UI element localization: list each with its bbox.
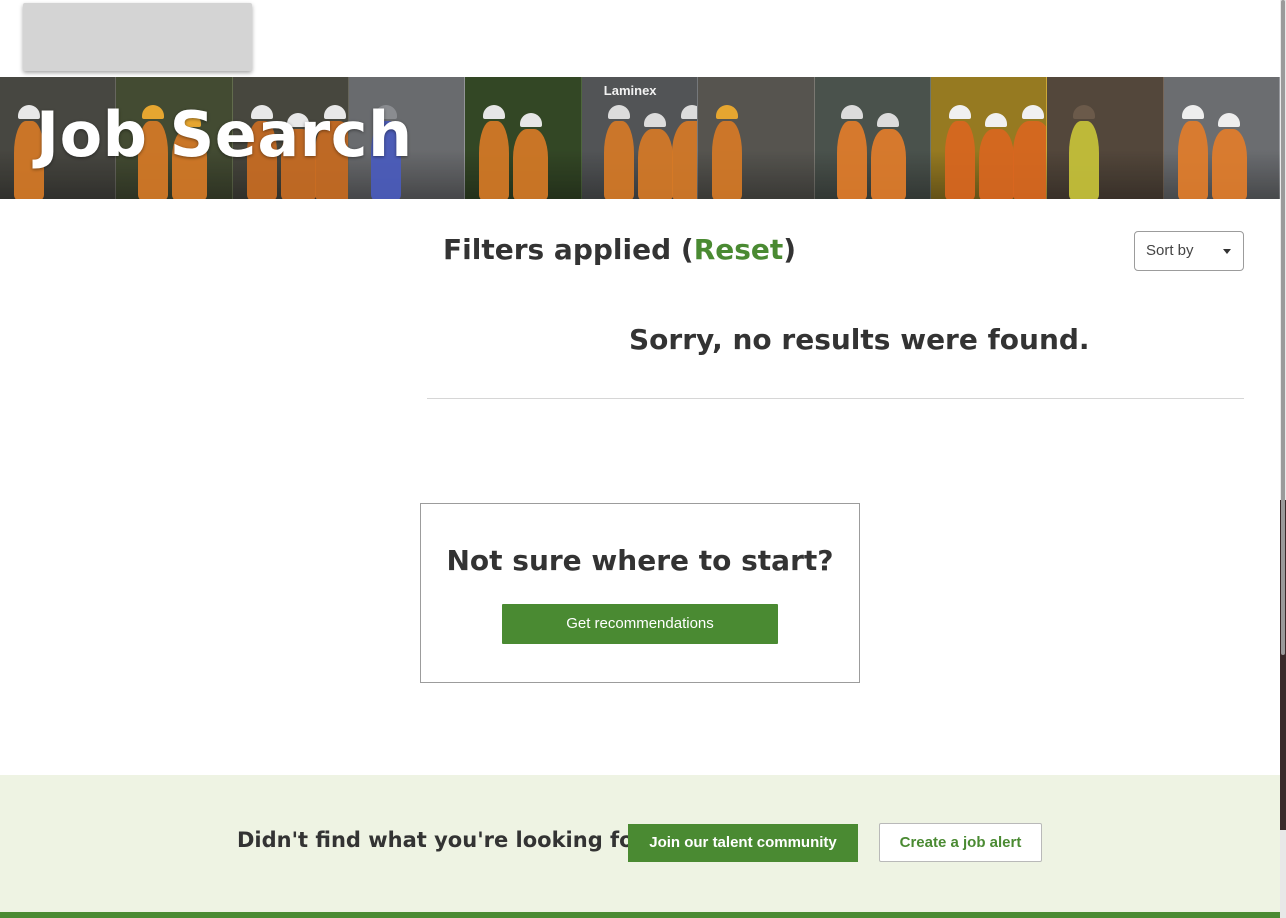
worker-figure: [513, 129, 549, 199]
brand-sign: Laminex: [603, 83, 657, 98]
site-header: [0, 0, 1280, 77]
helmet-icon: [1181, 105, 1204, 119]
page-title: Job Search: [36, 98, 413, 171]
helmet-icon: [840, 105, 863, 119]
footer-strip: [0, 912, 1280, 918]
band-question: Didn't find what you're looking for?: [237, 828, 657, 852]
worker-figure: [978, 129, 1014, 199]
filters-applied: Filters applied (Reset): [443, 233, 796, 266]
worker-figure: [1211, 129, 1247, 199]
worker-figure: [870, 129, 906, 199]
hero-photo-tile: [465, 77, 582, 199]
no-results-message: Sorry, no results were found.: [629, 323, 1090, 356]
hero-photo-tile: [1163, 77, 1280, 199]
sort-by-label: Sort by: [1146, 242, 1194, 259]
divider: [427, 398, 1244, 399]
talent-community-band: Didn't find what you're looking for? Joi…: [0, 775, 1280, 912]
helmet-icon: [519, 113, 542, 127]
worker-figure: [836, 121, 867, 199]
recommendations-title: Not sure where to start?: [446, 544, 834, 577]
caret-down-icon: [1223, 249, 1231, 254]
filters-suffix: ): [783, 233, 797, 266]
create-job-alert-button[interactable]: Create a job alert: [879, 823, 1042, 862]
hero-photo-tile: Laminex: [581, 77, 699, 199]
worker-figure: [1012, 121, 1047, 199]
helmet-icon: [607, 105, 630, 119]
join-talent-community-button[interactable]: Join our talent community: [628, 824, 858, 862]
helmet-icon: [680, 105, 698, 119]
worker-figure: [712, 121, 743, 199]
get-recommendations-button[interactable]: Get recommendations: [502, 604, 778, 644]
worker-figure: [944, 121, 975, 199]
helmet-icon: [948, 105, 971, 119]
sort-by-select[interactable]: Sort by: [1134, 231, 1244, 271]
recommendations-panel: Not sure where to start? Get recommendat…: [420, 503, 860, 683]
worker-figure: [1069, 121, 1100, 199]
worker-figure: [603, 121, 634, 199]
page-scrollbar[interactable]: [1280, 0, 1286, 918]
helmet-icon: [1021, 105, 1044, 119]
filters-prefix: Filters applied (: [443, 233, 694, 266]
worker-figure: [637, 129, 673, 199]
worker-figure: [1177, 121, 1208, 199]
hero-photo-tile: [814, 77, 931, 199]
worker-figure: [671, 121, 698, 199]
hero-photo-tile: [1047, 77, 1164, 199]
hero-photo-tile: [698, 77, 815, 199]
reset-filters-link[interactable]: Reset: [694, 233, 784, 266]
scrollbar-thumb[interactable]: [1281, 0, 1285, 655]
company-logo[interactable]: [23, 3, 252, 71]
worker-figure: [479, 121, 510, 199]
hero-photo-tile: [930, 77, 1048, 199]
